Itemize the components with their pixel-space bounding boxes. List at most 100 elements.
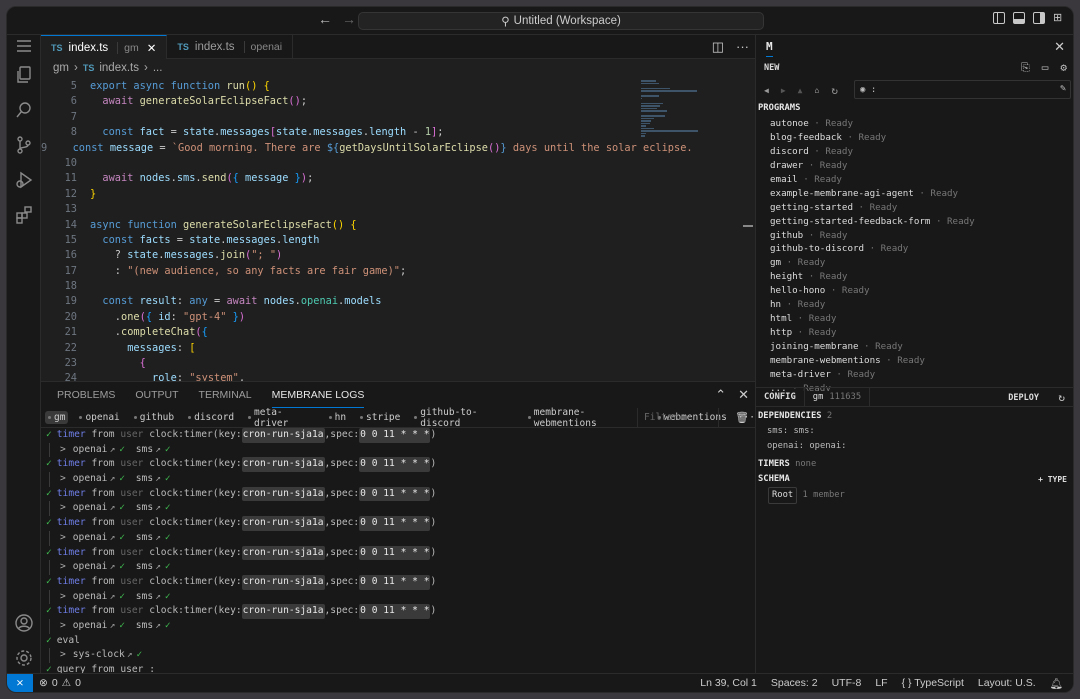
schema-root[interactable]: Root bbox=[768, 487, 798, 504]
command-center[interactable]: ⚲ Untitled (Workspace) bbox=[358, 12, 764, 30]
trash-icon[interactable]: 🗑 bbox=[735, 411, 749, 424]
tab-terminal[interactable]: TERMINAL bbox=[199, 382, 252, 408]
refresh-icon[interactable]: ↻ bbox=[831, 84, 838, 97]
filter-input[interactable]: Filter… bbox=[637, 408, 719, 428]
filter-chip-discord[interactable]: discord bbox=[185, 411, 237, 424]
refresh-icon[interactable]: ↻ bbox=[1058, 391, 1065, 404]
split-editor-icon[interactable]: ◫ bbox=[712, 39, 724, 55]
chevron-right-icon[interactable]: > bbox=[60, 532, 66, 543]
filter-chip-membrane-webmentions[interactable]: membrane-webmentions bbox=[525, 406, 647, 430]
config-tab[interactable]: CONFIG bbox=[756, 387, 805, 407]
close-icon[interactable]: ✕ bbox=[1054, 39, 1065, 55]
log-node[interactable]: openai bbox=[73, 473, 108, 484]
program-item[interactable]: html · Ready bbox=[770, 312, 1073, 326]
code-editor[interactable]: 5 export async function run() {6 await ge… bbox=[41, 79, 691, 381]
program-item[interactable]: height · Ready bbox=[770, 270, 1073, 284]
external-link-icon[interactable]: ↗ bbox=[155, 620, 161, 631]
log-entry[interactable]: > openai ↗ ✓ sms ↗ ✓ bbox=[46, 589, 755, 605]
filter-chip-gm[interactable]: gm bbox=[45, 411, 69, 424]
breadcrumb-folder[interactable]: gm bbox=[53, 62, 69, 74]
log-entry[interactable]: ✓ timer from user clock:timer(key: cron-ru… bbox=[46, 516, 755, 531]
toggle-secondary-sidebar-icon[interactable] bbox=[1033, 12, 1045, 24]
toggle-primary-sidebar-icon[interactable] bbox=[993, 12, 1005, 24]
comment-icon[interactable]: ▭ bbox=[1042, 61, 1049, 75]
chevron-right-icon[interactable]: > bbox=[60, 561, 66, 572]
external-link-icon[interactable]: ↗ bbox=[109, 502, 115, 513]
filter-chip-hn[interactable]: hn bbox=[326, 411, 349, 424]
tab-membrane-logs[interactable]: MEMBRANE LOGS bbox=[271, 382, 365, 408]
add-type-button[interactable]: + TYPE bbox=[1038, 472, 1067, 487]
program-item[interactable]: gm · Ready bbox=[770, 256, 1073, 270]
breadcrumb-file[interactable]: index.ts bbox=[99, 62, 139, 74]
close-panel-icon[interactable]: ✕ bbox=[738, 387, 749, 403]
bell-icon[interactable]: 🔔︎ bbox=[1050, 677, 1063, 690]
log-node[interactable]: openai bbox=[73, 561, 108, 572]
log-node[interactable]: sms bbox=[136, 532, 153, 543]
filter-chip-github-to-discord[interactable]: github-to-discord bbox=[411, 406, 517, 430]
log-node[interactable]: sms bbox=[136, 561, 153, 572]
log-entry[interactable]: > openai ↗ ✓ sms ↗ ✓ bbox=[46, 442, 755, 458]
program-item[interactable]: getting-started · Ready bbox=[770, 201, 1073, 215]
external-link-icon[interactable]: ↗ bbox=[109, 444, 115, 455]
external-link-icon[interactable]: ↗ bbox=[127, 649, 133, 660]
encoding[interactable]: UTF-8 bbox=[832, 677, 862, 690]
external-link-icon[interactable]: ↗ bbox=[109, 473, 115, 484]
program-item[interactable]: blog-feedback · Ready bbox=[770, 131, 1073, 145]
log-entry[interactable]: > openai ↗ ✓ sms ↗ ✓ bbox=[46, 560, 755, 575]
log-entry[interactable]: ✓ timer from user clock:timer(key: cron-ru… bbox=[46, 428, 755, 443]
filter-chip-meta-driver[interactable]: meta-driver bbox=[245, 406, 317, 430]
maximize-panel-icon[interactable]: ⌃ bbox=[715, 387, 726, 403]
external-link-icon[interactable]: ↗ bbox=[109, 561, 115, 572]
external-link-icon[interactable]: ↗ bbox=[109, 532, 115, 543]
membrane-logo[interactable]: M bbox=[766, 40, 773, 57]
chevron-right-icon[interactable]: > bbox=[60, 620, 66, 631]
tab-index-ts-openai[interactable]: TS index.ts openai bbox=[167, 35, 294, 59]
log-node[interactable]: openai bbox=[73, 532, 108, 543]
filter-chip-stripe[interactable]: stripe bbox=[357, 411, 403, 424]
log-node[interactable]: sms bbox=[136, 620, 153, 631]
edit-pencil-icon[interactable]: ✎ bbox=[1060, 83, 1066, 94]
program-item[interactable]: discord · Ready bbox=[770, 145, 1073, 159]
program-item[interactable]: autonoe · Ready bbox=[770, 117, 1073, 131]
explorer-icon[interactable] bbox=[7, 57, 41, 92]
toggle-panel-icon[interactable] bbox=[1013, 12, 1025, 24]
back-icon[interactable]: ◀ bbox=[764, 86, 769, 95]
menu-icon[interactable] bbox=[7, 35, 41, 57]
chevron-right-icon[interactable]: > bbox=[60, 473, 66, 484]
dependency-item[interactable]: openai: openai: bbox=[758, 439, 1073, 454]
search-icon[interactable] bbox=[7, 92, 41, 127]
log-entry[interactable]: > openai ↗ ✓ sms ↗ ✓ bbox=[46, 501, 755, 517]
log-entry[interactable]: ✓ timer from user clock:timer(key: cron-ru… bbox=[46, 574, 755, 590]
program-item[interactable]: hello-hono · Ready bbox=[770, 284, 1073, 298]
log-node[interactable]: sms bbox=[136, 502, 153, 513]
program-item[interactable]: hn · Ready bbox=[770, 298, 1073, 312]
keyboard-layout[interactable]: Layout: U.S. bbox=[978, 677, 1036, 690]
cursor-position[interactable]: Ln 39, Col 1 bbox=[700, 677, 757, 690]
deploy-button[interactable]: DEPLOY bbox=[1008, 393, 1039, 403]
program-item[interactable]: github · Ready bbox=[770, 229, 1073, 243]
program-item[interactable]: membrane-webmentions · Ready bbox=[770, 354, 1073, 368]
scrollbar-thumb[interactable] bbox=[743, 225, 753, 227]
external-link-icon[interactable]: ↗ bbox=[155, 532, 161, 543]
log-entry[interactable]: ✓ eval bbox=[46, 634, 755, 649]
tab-index-ts-gm[interactable]: TS index.ts gm ✕ bbox=[41, 35, 168, 59]
language-mode[interactable]: { } TypeScript bbox=[902, 677, 964, 690]
tab-output[interactable]: OUTPUT bbox=[135, 382, 178, 408]
log-entry[interactable]: > openai ↗ ✓ sms ↗ ✓ bbox=[46, 530, 755, 546]
external-link-icon[interactable]: ↗ bbox=[155, 561, 161, 572]
log-entry[interactable]: ✓ timer from user clock:timer(key: cron-ru… bbox=[46, 545, 755, 561]
settings-gear-icon[interactable] bbox=[7, 640, 41, 675]
chevron-right-icon[interactable]: > bbox=[60, 444, 66, 455]
external-link-icon[interactable]: ↗ bbox=[155, 502, 161, 513]
arrow-right-icon[interactable]: → bbox=[341, 11, 357, 27]
dependency-item[interactable]: sms: sms: bbox=[758, 424, 1073, 439]
chevron-right-icon[interactable]: > bbox=[60, 649, 66, 660]
program-item[interactable]: github-to-discord · Ready bbox=[770, 242, 1073, 256]
filter-chip-openai[interactable]: openai bbox=[76, 411, 122, 424]
more-actions-icon[interactable]: ··· bbox=[736, 39, 749, 55]
account-icon[interactable] bbox=[7, 605, 41, 640]
log-node[interactable]: sms bbox=[136, 444, 153, 455]
program-item[interactable]: http · Ready bbox=[770, 326, 1073, 340]
external-link-icon[interactable]: ↗ bbox=[109, 591, 115, 602]
external-link-icon[interactable]: ↗ bbox=[109, 620, 115, 631]
